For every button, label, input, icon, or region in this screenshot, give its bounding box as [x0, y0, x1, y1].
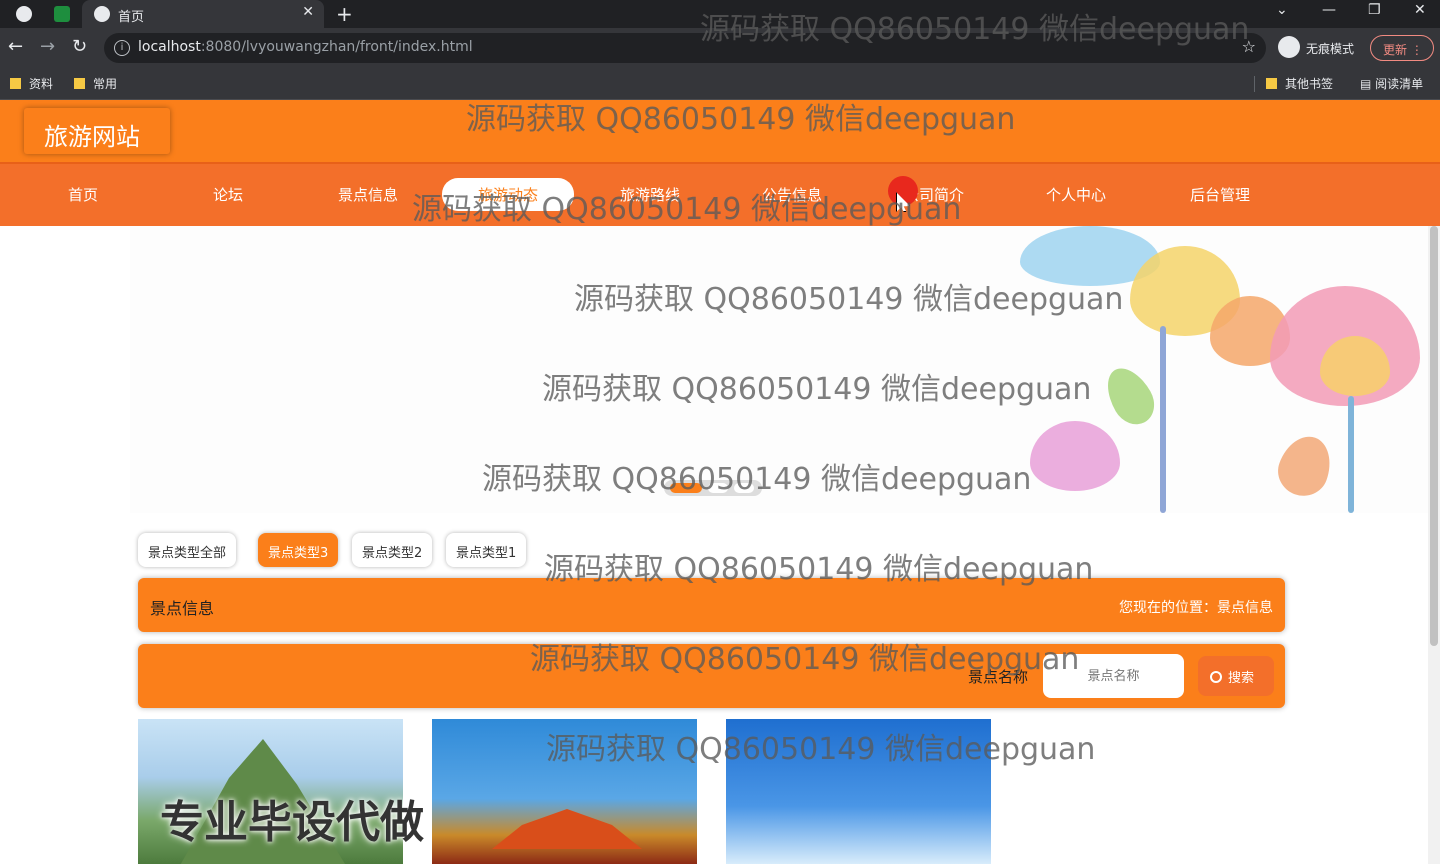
search-input[interactable] — [1043, 654, 1184, 698]
search-button-label: 搜索 — [1228, 671, 1255, 686]
tab-home[interactable]: 首页 ✕ — [82, 0, 324, 28]
logo-text: 旅游网站 — [44, 123, 140, 151]
stem-decoration — [1348, 396, 1354, 513]
minimize-icon[interactable]: — — [1322, 2, 1336, 18]
browser-menu-icon[interactable] — [16, 6, 32, 22]
reload-icon[interactable]: ↻ — [72, 36, 87, 57]
close-icon[interactable]: ✕ — [302, 4, 314, 20]
section-title-bar: 景点信息 您现在的位置：景点信息 — [138, 578, 1285, 632]
bookmark-label: 资料 — [29, 77, 54, 91]
search-button[interactable]: 搜索 — [1198, 656, 1274, 696]
bookmark-item[interactable]: 其他书签 — [1266, 75, 1333, 92]
stem-decoration — [1160, 326, 1166, 513]
url-host: localhost — [138, 39, 201, 55]
nav-forum[interactable]: 论坛 — [213, 184, 243, 205]
page-scrollbar[interactable] — [1428, 226, 1440, 864]
folder-icon — [10, 78, 21, 89]
url-text: localhost:8080/lvyouwangzhan/front/index… — [138, 39, 473, 55]
incognito-icon — [1278, 36, 1300, 58]
nav-announcements[interactable]: 公告信息 — [762, 184, 822, 205]
bookmark-label: 其他书签 — [1285, 77, 1334, 91]
carousel-indicators — [664, 480, 762, 496]
divider — [1254, 76, 1255, 92]
nav-home[interactable]: 首页 — [68, 184, 98, 205]
back-icon[interactable]: ← — [8, 36, 23, 57]
attraction-card[interactable] — [726, 719, 991, 864]
type-filter-1[interactable]: 景点类型1 — [446, 533, 527, 567]
site-logo[interactable]: 旅游网站 — [24, 108, 170, 154]
flower-decoration — [1030, 421, 1120, 491]
carousel-dot[interactable] — [708, 483, 728, 493]
nav-admin[interactable]: 后台管理 — [1190, 184, 1250, 205]
browser-tab-bar: 首页 ✕ + ⌄ — ❐ ✕ — [0, 0, 1440, 28]
type-filter-3[interactable]: 景点类型3 — [258, 533, 339, 567]
leaf-decoration — [1097, 360, 1163, 432]
update-button[interactable]: 更新 ⋮ — [1370, 35, 1434, 61]
chevron-down-icon[interactable]: ⌄ — [1276, 2, 1288, 18]
banner-carousel[interactable] — [130, 226, 1430, 513]
attraction-card[interactable] — [432, 719, 697, 864]
globe-icon — [94, 6, 110, 22]
breadcrumb: 您现在的位置：景点信息 — [1119, 600, 1273, 616]
reading-list-icon: ▤ — [1360, 77, 1376, 91]
carousel-dot[interactable] — [670, 483, 702, 493]
search-panel: 景点名称 搜索 — [138, 644, 1285, 708]
bookmarks-bar: 资料 常用 其他书签 ▤ 阅读清单 — [0, 68, 1440, 100]
bookmark-item[interactable]: 资料 — [10, 75, 53, 92]
bookmark-item[interactable]: 常用 — [74, 75, 117, 92]
bookmark-label: 常用 — [93, 77, 118, 91]
restore-icon[interactable]: ❐ — [1368, 2, 1381, 18]
leaf-decoration — [1271, 429, 1339, 503]
folder-icon — [1266, 78, 1277, 89]
nav-attractions[interactable]: 景点信息 — [338, 184, 398, 205]
forward-icon[interactable]: → — [40, 36, 55, 57]
overlay-text: 专业毕设代做 — [160, 797, 424, 848]
type-filter-2[interactable]: 景点类型2 — [352, 533, 433, 567]
info-icon[interactable]: i — [114, 40, 130, 56]
incognito-label: 无痕模式 — [1306, 42, 1355, 56]
tab-title: 首页 — [118, 10, 145, 25]
main-nav: 首页 论坛 景点信息 旅游动态 旅游路线 公告信息 公司简介 个人中心 后台管理 — [0, 162, 1440, 226]
nav-travel-news[interactable]: 旅游动态 — [442, 178, 575, 211]
carousel-dot[interactable] — [734, 483, 754, 493]
new-tab-icon[interactable]: + — [336, 2, 353, 26]
site-header: 旅游网站 — [0, 100, 1440, 162]
browser-address-bar: ← → ↻ i localhost:8080/lvyouwangzhan/fro… — [0, 28, 1440, 68]
scrollbar-thumb[interactable] — [1430, 226, 1438, 646]
section-title: 景点信息 — [150, 599, 215, 618]
more-icon: ⋮ — [1410, 43, 1423, 57]
search-label: 景点名称 — [968, 668, 1029, 686]
window-close-icon[interactable]: ✕ — [1414, 2, 1426, 18]
search-icon — [1210, 671, 1222, 683]
type-filter-all[interactable]: 景点类型全部 — [138, 533, 237, 567]
url-input[interactable]: i localhost:8080/lvyouwangzhan/front/ind… — [104, 33, 1266, 63]
attraction-image — [492, 809, 642, 849]
folder-icon — [74, 78, 85, 89]
reading-list[interactable]: ▤ 阅读清单 — [1360, 75, 1423, 92]
sheets-tab-icon[interactable] — [54, 6, 70, 22]
nav-routes[interactable]: 旅游路线 — [620, 184, 680, 205]
url-path: :8080/lvyouwangzhan/front/index.html — [200, 39, 473, 55]
bookmark-label: 阅读清单 — [1375, 77, 1424, 91]
star-icon[interactable]: ☆ — [1242, 37, 1256, 56]
nav-profile[interactable]: 个人中心 — [1046, 184, 1106, 205]
update-label: 更新 — [1383, 43, 1408, 57]
